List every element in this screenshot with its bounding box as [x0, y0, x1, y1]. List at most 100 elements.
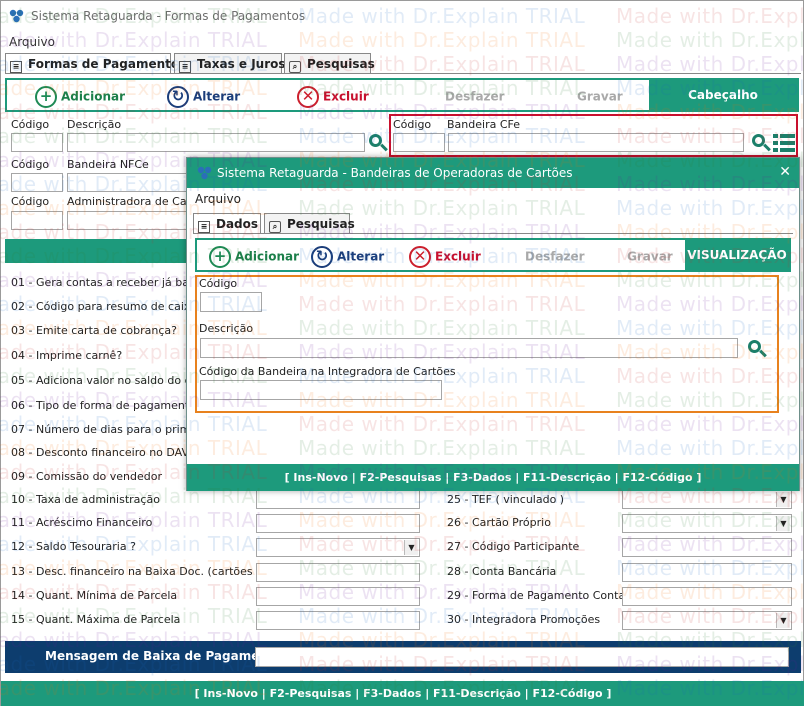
tab-search-doc-icon: ⌕: [269, 221, 281, 233]
bandeira-nfce-input[interactable]: [67, 173, 189, 192]
descricao-input[interactable]: [200, 338, 738, 358]
option-label: 10 - Taxa de administração: [11, 493, 160, 506]
bandeiras-dialog: Sistema Retaguarda - Bandeiras de Operad…: [186, 157, 800, 491]
bandeira-cfe-input[interactable]: [448, 133, 744, 152]
codigo-participante-input[interactable]: [622, 538, 792, 557]
tab-doc-icon: ≡: [179, 61, 191, 73]
search-icon[interactable]: [368, 133, 388, 153]
chevron-down-icon: ▼: [776, 613, 790, 628]
tab-panel-border: [5, 73, 801, 74]
close-circle-icon: ✕: [409, 245, 431, 268]
tab-label: Formas de Pagamentos: [28, 57, 187, 71]
codigo-cfe-input[interactable]: [393, 133, 445, 152]
desc-financeiro-input[interactable]: [256, 563, 420, 582]
codigo-nfce-label: Código: [11, 158, 50, 171]
chevron-down-icon: ▼: [776, 516, 790, 531]
option-label: 03 - Emite carta de cobrança?: [11, 324, 177, 337]
add-button[interactable]: + Adicionar: [209, 244, 299, 268]
title-bar: Sistema Retaguarda - Formas de Pagamento…: [1, 1, 803, 31]
tab-pesquisas[interactable]: ⌕ Pesquisas: [264, 213, 355, 233]
cartao-proprio-select[interactable]: ▼: [622, 514, 792, 533]
delete-button[interactable]: ✕ Excluir: [297, 84, 369, 108]
main-toolbar: + Adicionar ↻ Alterar ✕ Excluir Desfazer Gr…: [5, 78, 799, 112]
shortcut-footer: [ Ins-Novo | F2-Pesquisas | F3-Dados | F…: [1, 681, 804, 706]
option-label: 02 - Código para resumo de caixa: [11, 300, 198, 313]
dialog-menu-arquivo[interactable]: Arquivo: [195, 192, 241, 206]
dialog-title-bar: Sistema Retaguarda - Bandeiras de Operad…: [187, 158, 799, 188]
section-header-visualizacao: VISUALIZAÇÃO: [685, 240, 789, 270]
option-label: 28 - Conta Bancária: [447, 565, 557, 578]
parcela-minima-input[interactable]: [256, 587, 420, 606]
codigo-bandeira-label: Código da Bandeira na Integradora de Car…: [199, 365, 456, 378]
close-circle-icon: ✕: [297, 85, 319, 108]
close-icon[interactable]: ✕: [779, 164, 791, 180]
descricao-label: Descrição: [67, 118, 122, 131]
list-icon[interactable]: [773, 133, 795, 153]
codigo-cfe-label: Código: [393, 118, 432, 131]
option-label: 29 - Forma de Pagamento Contabil: [447, 589, 639, 602]
tab-dados[interactable]: ≡ Dados: [193, 213, 261, 234]
menu-arquivo[interactable]: Arquivo: [9, 35, 55, 49]
undo-button[interactable]: Desfazer: [525, 244, 585, 268]
codigo-admin-label: Código: [11, 195, 50, 208]
message-label: Mensagem de Baixa de Pagamento: [45, 649, 282, 663]
save-button[interactable]: Gravar: [577, 84, 623, 108]
save-button[interactable]: Gravar: [627, 244, 673, 268]
saldo-tesouraria-select[interactable]: ▼: [256, 538, 420, 557]
codigo-input[interactable]: [11, 133, 63, 152]
codigo-label: Código: [199, 277, 238, 290]
codigo-admin-input[interactable]: [11, 211, 63, 230]
option-label: 01 - Gera contas a receber já baixad: [11, 276, 213, 289]
chevron-down-icon: ▼: [404, 540, 418, 555]
app-icon: [197, 166, 212, 180]
edit-icon: ↻: [311, 245, 333, 268]
descricao-label: Descrição: [199, 322, 254, 335]
tab-taxas-e-juros[interactable]: ≡ Taxas e Juros: [174, 53, 286, 73]
dialog-title: Sistema Retaguarda - Bandeiras de Operad…: [217, 166, 573, 180]
option-label: 04 - Imprime carnê?: [11, 349, 123, 362]
dialog-tab-border: [193, 233, 793, 234]
option-label: 13 - Desc. financeiro na Baixa Doc. (car…: [11, 565, 261, 578]
bandeira-nfce-label: Bandeira NFCe: [67, 158, 149, 171]
tef-select[interactable]: ▼: [622, 490, 792, 509]
acrescimo-financeiro-input[interactable]: [256, 514, 420, 533]
codigo-label: Código: [11, 118, 50, 131]
delete-button[interactable]: ✕ Excluir: [409, 244, 481, 268]
option-label: 15 - Quant. Máxima de Parcela: [11, 613, 181, 626]
alter-button[interactable]: ↻ Alterar: [167, 84, 240, 108]
section-header-cabecalho: Cabeçalho: [649, 80, 797, 110]
tab-label: Pesquisas: [287, 217, 355, 231]
search-icon[interactable]: [751, 133, 771, 153]
option-label: 11 - Acréscimo Financeiro: [11, 516, 153, 529]
add-button[interactable]: + Adicionar: [35, 84, 125, 108]
tab-formas-de-pagamentos[interactable]: ≡ Formas de Pagamentos: [5, 53, 186, 74]
descricao-input[interactable]: [67, 133, 365, 152]
option-label: 25 - TEF ( vinculado ): [447, 493, 565, 506]
option-label: 08 - Desconto financeiro no DAV ( ca: [11, 446, 214, 459]
app-icon: [9, 9, 24, 23]
edit-icon: ↻: [167, 85, 189, 108]
codigo-input[interactable]: [200, 292, 262, 312]
codigo-nfce-input[interactable]: [11, 173, 63, 192]
option-label: 27 - Código Participante: [447, 540, 580, 553]
taxa-administracao-input[interactable]: [256, 490, 420, 509]
search-icon[interactable]: [747, 339, 767, 359]
codigo-bandeira-input[interactable]: [200, 380, 442, 400]
option-label: 05 - Adiciona valor no saldo do caixa: [11, 374, 214, 387]
message-bar: Mensagem de Baixa de Pagamento: [5, 641, 801, 673]
conta-bancaria-input[interactable]: [622, 563, 792, 582]
options-section-header: [5, 239, 189, 263]
undo-button[interactable]: Desfazer: [445, 84, 505, 108]
option-label: 09 - Comissão do vendedor: [11, 470, 163, 483]
forma-pagamento-contabil-input[interactable]: [622, 587, 792, 606]
tab-label: Pesquisas: [307, 57, 375, 71]
tab-doc-icon: ≡: [10, 61, 22, 73]
plus-icon: +: [209, 245, 231, 268]
alter-button[interactable]: ↻ Alterar: [311, 244, 384, 268]
parcela-maxima-input[interactable]: [256, 611, 420, 630]
integradora-promocoes-select[interactable]: ▼: [622, 611, 792, 630]
message-input[interactable]: [255, 647, 789, 667]
administradora-input[interactable]: [67, 211, 189, 230]
tab-pesquisas[interactable]: ⌕ Pesquisas: [284, 53, 375, 73]
bandeira-cfe-label: Bandeira CFe: [447, 118, 520, 131]
